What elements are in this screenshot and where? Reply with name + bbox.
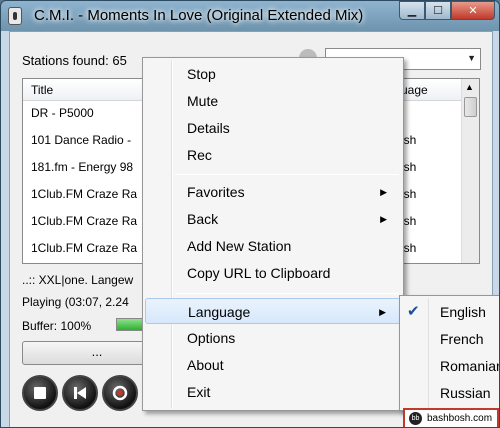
menu-item-language[interactable]: Language ▶ — [145, 298, 401, 324]
language-item-english[interactable]: ✔ English — [402, 299, 499, 325]
menu-item-back[interactable]: Back ▶ — [145, 206, 401, 232]
stations-found-label: Stations found: 65 — [22, 53, 127, 68]
language-label: Russian — [440, 385, 491, 401]
menu-item-label: Language — [188, 304, 251, 320]
menu-separator — [175, 174, 399, 175]
record-icon — [112, 385, 128, 401]
language-label: English — [440, 304, 486, 320]
record-button[interactable] — [102, 375, 138, 411]
submenu-arrow-icon: ▶ — [380, 214, 387, 224]
menu-item-label: Favorites — [187, 184, 245, 200]
buffer-progress-fill — [117, 319, 145, 330]
station-title-cell: 1Club.FM Craze Ra — [31, 241, 138, 255]
window-title: C.M.I. - Moments In Love (Original Exten… — [34, 7, 364, 24]
close-button[interactable]: ✕ — [451, 1, 495, 20]
app-window: C.M.I. - Moments In Love (Original Exten… — [0, 0, 500, 428]
language-item-french[interactable]: French — [402, 326, 499, 352]
close-icon: ✕ — [468, 5, 478, 17]
previous-button[interactable] — [62, 375, 98, 411]
language-item-romanian[interactable]: Romanian — [402, 353, 500, 379]
buffer-label: Buffer: 100% — [22, 319, 92, 333]
menu-item-add-new-station[interactable]: Add New Station — [145, 233, 401, 259]
language-submenu: ✔ English French Romanian Russian — [399, 295, 500, 411]
column-header-title[interactable]: Title — [31, 83, 53, 97]
window-controls: ▁ ☐ ✕ — [399, 1, 495, 21]
scroll-thumb[interactable] — [464, 97, 477, 117]
menu-item-favorites[interactable]: Favorites ▶ — [145, 179, 401, 205]
submenu-arrow-icon: ▶ — [380, 187, 387, 197]
menu-item-exit[interactable]: Exit — [145, 379, 401, 405]
menu-item-label: Back — [187, 211, 219, 227]
maximize-icon: ☐ — [433, 5, 443, 17]
menu-item-rec[interactable]: Rec — [145, 142, 401, 168]
language-label: French — [440, 331, 484, 347]
checkmark-icon: ✔ — [407, 303, 420, 320]
menu-item-mute[interactable]: Mute — [145, 88, 401, 114]
menu-item-stop[interactable]: Stop — [145, 61, 401, 87]
context-menu: Stop Mute Details Rec Favorites ▶ Back ▶… — [142, 57, 404, 411]
language-label: Romanian — [440, 358, 500, 374]
station-title-cell: 101 Dance Radio - — [31, 133, 132, 147]
station-title-cell: 1Club.FM Craze Ra — [31, 214, 138, 228]
stream-info: ..:: XXL|one. Langew — [22, 273, 134, 287]
vertical-scrollbar[interactable]: ▲ — [461, 79, 479, 263]
stop-button[interactable] — [22, 375, 58, 411]
menu-item-copy-url[interactable]: Copy URL to Clipboard — [145, 260, 401, 286]
menu-item-options[interactable]: Options — [145, 325, 401, 351]
minimize-button[interactable]: ▁ — [399, 1, 425, 20]
title-bar[interactable]: C.M.I. - Moments In Love (Original Exten… — [1, 1, 499, 31]
station-title-cell: DR - P5000 — [31, 106, 94, 120]
menu-item-details[interactable]: Details — [145, 115, 401, 141]
station-title-cell: 1Club.FM Craze Ra — [31, 187, 138, 201]
watermark-logo: bb bashbosh.com — [403, 408, 499, 427]
stop-icon — [34, 387, 46, 399]
menu-separator — [175, 293, 399, 294]
minimize-icon: ▁ — [407, 5, 417, 17]
scroll-up-icon[interactable]: ▲ — [465, 82, 474, 92]
watermark-icon: bb — [409, 412, 422, 425]
playing-status: Playing (03:07, 2.24 — [22, 295, 129, 309]
app-icon — [8, 7, 22, 25]
watermark-text: bashbosh.com — [427, 413, 493, 424]
maximize-button[interactable]: ☐ — [425, 1, 451, 20]
menu-item-about[interactable]: About — [145, 352, 401, 378]
previous-icon — [74, 387, 86, 399]
submenu-arrow-icon: ▶ — [379, 307, 386, 317]
column-header-language[interactable]: uage — [401, 83, 428, 97]
station-title-cell: 181.fm - Energy 98 — [31, 160, 134, 174]
language-item-russian[interactable]: Russian — [402, 380, 499, 406]
